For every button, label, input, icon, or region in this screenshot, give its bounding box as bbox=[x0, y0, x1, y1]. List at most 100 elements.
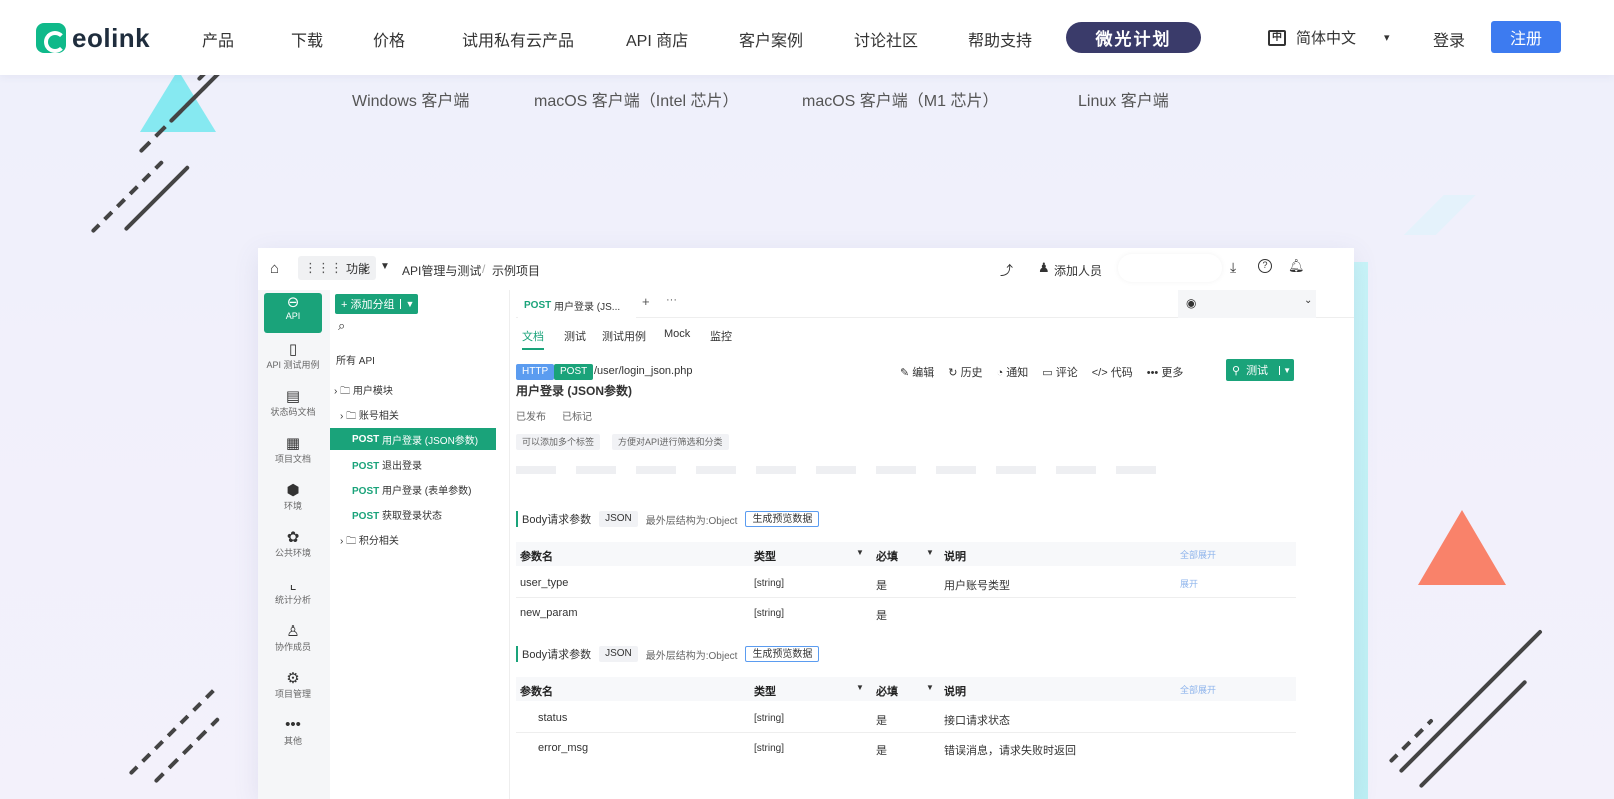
nav-product[interactable]: 产品 bbox=[202, 27, 234, 51]
filter-icon[interactable]: ▼ bbox=[856, 548, 864, 557]
nav-download[interactable]: 下载 bbox=[291, 27, 323, 51]
eye-icon[interactable]: ◉ bbox=[1186, 296, 1196, 310]
nav-api-store[interactable]: API 商店 bbox=[626, 27, 688, 51]
weiguang-plan-badge[interactable]: 微光计划 bbox=[1066, 22, 1201, 53]
bell-icon[interactable]: 🔔︎ bbox=[1288, 258, 1305, 274]
chevron-down-icon[interactable]: ⌄ bbox=[1304, 295, 1312, 306]
sidebar-item-statistics[interactable]: ⌞ 统计分析 bbox=[264, 575, 322, 615]
nav-help[interactable]: 帮助支持 bbox=[968, 27, 1032, 51]
nav-community[interactable]: 讨论社区 bbox=[854, 27, 918, 51]
light-shape-decoration bbox=[1380, 195, 1500, 235]
tab-api-detail[interactable]: POST 用户登录 (JS... bbox=[518, 292, 636, 318]
public-env-icon: ✿ bbox=[286, 529, 300, 546]
col-param-name: 参数名 bbox=[520, 686, 553, 698]
link-icon: ⊖ bbox=[286, 294, 300, 311]
search-icon[interactable]: ⌕ bbox=[338, 318, 345, 334]
subtab-monitor[interactable]: 监控 bbox=[710, 328, 732, 344]
expand-all-link[interactable]: 全部展开 bbox=[1180, 548, 1216, 561]
tree-folder-user-module[interactable]: › 🗀︎ 用户模块 bbox=[334, 382, 393, 401]
subtab-docs[interactable]: 文档 bbox=[522, 328, 544, 350]
generate-preview-button[interactable]: 生成预览数据 bbox=[745, 511, 820, 527]
home-icon[interactable]: ⌂ bbox=[270, 260, 279, 277]
sidebar-item-test-cases[interactable]: ▯ API 测试用例 bbox=[264, 340, 322, 380]
comment-button[interactable]: ▭ 评论 bbox=[1042, 364, 1077, 380]
sidebar-item-other[interactable]: ••• 其他 bbox=[264, 716, 322, 756]
sidebar-item-members[interactable]: ♙ 协作成员 bbox=[264, 622, 322, 662]
doc-status-icon: ▤ bbox=[285, 388, 301, 405]
download-linux-link[interactable]: Linux 客户端 bbox=[1078, 87, 1169, 111]
window-edge-decoration bbox=[1354, 262, 1368, 799]
app-topbar: ⌂ ⋮⋮⋮ 功能 ‹ ▼ API管理与测试 / 示例项目 ⤴ ♟ 添加人员 ⤓ … bbox=[258, 248, 1354, 290]
generate-preview-button[interactable]: 生成预览数据 bbox=[745, 646, 820, 662]
folder-icon: 🗀︎ bbox=[340, 386, 351, 397]
table-row: status [string] 是 接口请求状态 bbox=[516, 703, 1296, 733]
tree-api-item[interactable]: POST 用户登录 (JSON参数) bbox=[330, 428, 496, 450]
pencil-icon: ✎ bbox=[900, 367, 910, 379]
add-tab-icon[interactable]: + bbox=[642, 294, 650, 309]
tree-folder-points[interactable]: › 🗀︎ 积分相关 bbox=[340, 532, 399, 551]
code-button[interactable]: </> 代码 bbox=[1092, 364, 1133, 380]
stripes-decoration-bottom-left bbox=[0, 660, 260, 799]
expand-all-link[interactable]: 全部展开 bbox=[1180, 683, 1216, 696]
signup-button[interactable]: 注册 bbox=[1491, 21, 1561, 53]
sidebar-item-environment[interactable]: ⬢ 环境 bbox=[264, 481, 322, 521]
tree-all-api[interactable]: 所有 API bbox=[336, 352, 375, 367]
tree-api-item[interactable]: POST 退出登录 bbox=[352, 457, 422, 472]
help-icon[interactable]: ? bbox=[1258, 259, 1272, 273]
eolink-logo[interactable]: eolink bbox=[36, 22, 150, 54]
back-icon[interactable]: ‹ bbox=[363, 260, 368, 276]
search-box[interactable] bbox=[1118, 254, 1222, 282]
filter-icon[interactable]: ▼ bbox=[856, 683, 864, 692]
filter-icon[interactable]: ▼ bbox=[926, 548, 934, 557]
edit-button[interactable]: ✎ 编辑 bbox=[900, 364, 934, 380]
download-macos-intel-link[interactable]: macOS 客户端（Intel 芯片） bbox=[534, 87, 738, 111]
sidebar-item-status-docs[interactable]: ▤ 状态码文档 bbox=[264, 387, 322, 427]
col-param-name: 参数名 bbox=[520, 551, 553, 563]
subtab-mock[interactable]: Mock bbox=[664, 328, 690, 340]
download-icon[interactable]: ⤓ bbox=[1230, 259, 1236, 276]
caret-down-icon[interactable]: ▼ bbox=[1279, 365, 1294, 375]
test-button[interactable]: ⚲ 测试 ▼ bbox=[1226, 359, 1294, 381]
tree-api-item[interactable]: POST 获取登录状态 bbox=[352, 507, 442, 522]
add-person-icon[interactable]: ♟ bbox=[1038, 260, 1050, 276]
caret-down-icon[interactable]: ▼ bbox=[380, 261, 390, 272]
folder-icon: 🗀︎ bbox=[346, 536, 357, 547]
more-icon: ••• bbox=[1146, 367, 1159, 379]
method-badge: POST bbox=[554, 364, 594, 380]
nav-private-cloud[interactable]: 试用私有云产品 bbox=[462, 27, 574, 51]
breadcrumb-project[interactable]: 示例项目 bbox=[492, 262, 540, 279]
filter-icon[interactable]: ▼ bbox=[926, 683, 934, 692]
add-group-button[interactable]: + 添加分组 ▼ bbox=[335, 294, 419, 314]
nav-customer-cases[interactable]: 客户案例 bbox=[739, 27, 803, 51]
add-member-button[interactable]: 添加人员 bbox=[1054, 262, 1102, 279]
subtab-test[interactable]: 测试 bbox=[564, 328, 586, 344]
coral-triangle-decoration bbox=[1418, 510, 1506, 585]
share-icon[interactable]: ⤴ bbox=[1000, 260, 1013, 279]
expand-row-link[interactable]: 展开 bbox=[1180, 577, 1198, 590]
sidebar-item-api[interactable]: ⊖ API bbox=[264, 293, 322, 333]
tree-folder-account[interactable]: › 🗀︎ 账号相关 bbox=[340, 407, 399, 426]
status-marked[interactable]: 已标记 bbox=[562, 408, 592, 423]
login-link[interactable]: 登录 bbox=[1433, 27, 1465, 51]
more-icon[interactable]: ··· bbox=[666, 294, 677, 306]
sidebar-item-public-env[interactable]: ✿ 公共环境 bbox=[264, 528, 322, 568]
member-icon: ♙ bbox=[286, 623, 300, 640]
project-doc-icon: ▦ bbox=[285, 435, 301, 452]
history-button[interactable]: ↻ 历史 bbox=[948, 364, 982, 380]
language-switcher[interactable]: 中 简体中文 ▾ bbox=[1268, 27, 1390, 48]
more-button[interactable]: ••• 更多 bbox=[1147, 364, 1184, 380]
subtab-test-cases[interactable]: 测试用例 bbox=[602, 328, 646, 344]
tree-api-item[interactable]: POST 用户登录 (表单参数) bbox=[352, 482, 471, 497]
nav-pricing[interactable]: 价格 bbox=[373, 27, 405, 51]
notify-button[interactable]: ◔ 通知 bbox=[997, 364, 1029, 380]
breadcrumb-root[interactable]: API管理与测试 bbox=[402, 262, 481, 279]
status-published[interactable]: 已发布 bbox=[516, 408, 546, 423]
sidebar-item-project-docs[interactable]: ▦ 项目文档 bbox=[264, 434, 322, 474]
caret-down-icon[interactable]: ▼ bbox=[400, 299, 418, 309]
download-macos-m1-link[interactable]: macOS 客户端（M1 芯片） bbox=[802, 87, 998, 111]
download-windows-link[interactable]: Windows 客户端 bbox=[352, 87, 469, 111]
chevron-right-icon: › bbox=[340, 411, 344, 422]
params-table-1: user_type [string] 是 用户账号类型 展开 new_param… bbox=[516, 568, 1296, 628]
sidebar-item-project-mgmt[interactable]: ⚙ 项目管理 bbox=[264, 669, 322, 709]
api-tree-panel: + 添加分组 ▼ ⌕ 所有 API › 🗀︎ 用户模块 › 🗀︎ 账号相关 PO… bbox=[330, 290, 510, 799]
